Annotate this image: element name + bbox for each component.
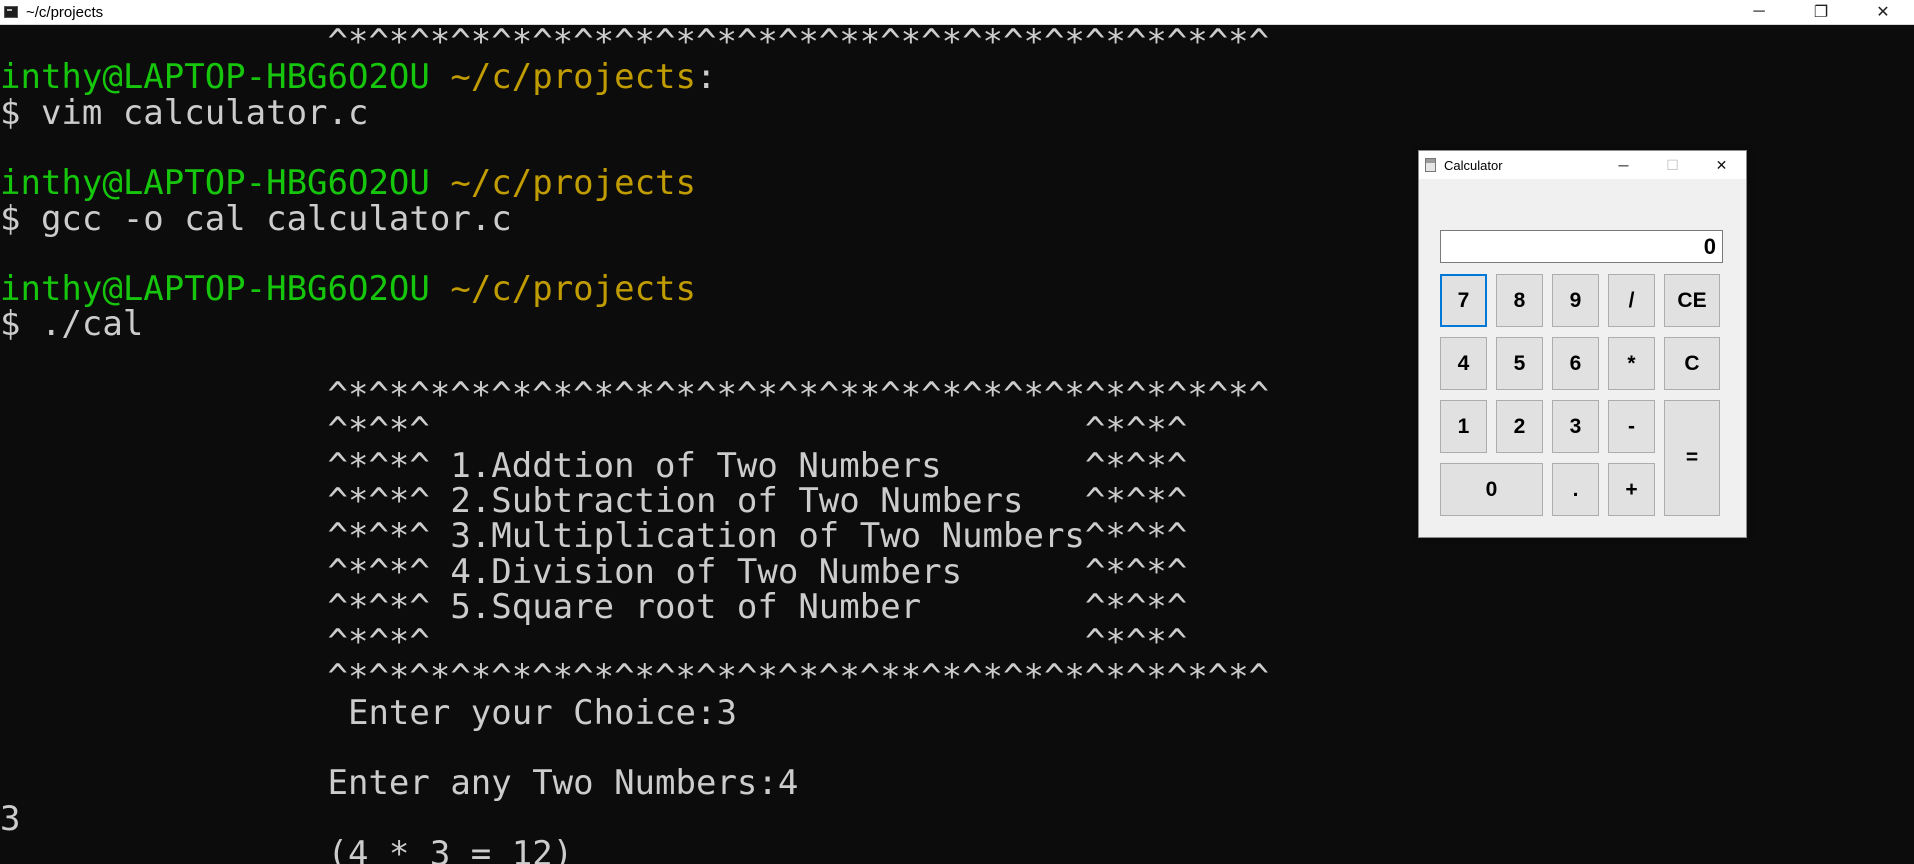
terminal-text-segment: ^*^*^ ^*^*^: [0, 622, 1188, 662]
terminal-text-segment: ~/c/projects: [450, 269, 696, 309]
terminal-window-title: ~/c/projects: [26, 3, 104, 21]
terminal-line: ^*^*^ 1.Addtion of Two Numbers ^*^*^: [0, 446, 1188, 486]
terminal-text-segment: Enter your Choice:3: [0, 693, 737, 733]
terminal-text-segment: ^*^*^ 2.Subtraction of Two Numbers ^*^*^: [0, 481, 1188, 521]
key-8-button[interactable]: 8: [1496, 274, 1543, 327]
terminal-text-segment: $ gcc -o cal calculator.c: [0, 199, 512, 239]
key-7-button[interactable]: 7: [1440, 274, 1487, 327]
terminal-line: ^*^*^ ^*^*^: [0, 410, 1188, 450]
terminal-line: 3: [0, 802, 20, 837]
terminal-line: ^*^*^*^*^*^*^*^*^*^*^*^*^**^*^*^*^*^*^*^…: [0, 25, 1270, 60]
terminal-text-segment: ^*^*^ 5.Square root of Number ^*^*^: [0, 587, 1188, 627]
terminal-text-segment: inthy@LAPTOP-HBG6O2OU: [0, 269, 451, 309]
terminal-line: ^*^*^*^*^*^*^*^*^*^*^*^*^**^*^*^*^*^*^*^…: [0, 375, 1270, 415]
key-6-button[interactable]: 6: [1552, 337, 1599, 390]
terminal-line: ^*^*^ ^*^*^: [0, 622, 1188, 662]
terminal-text-segment: inthy@LAPTOP-HBG6O2OU: [0, 163, 451, 203]
terminal-text-segment: $ vim calculator.c: [0, 93, 369, 133]
close-icon[interactable]: ✕: [1697, 151, 1746, 179]
calculator-display[interactable]: 0: [1440, 230, 1723, 263]
terminal-text-segment: ^*^*^ ^*^*^: [0, 410, 1188, 450]
clear-entry-button[interactable]: CE: [1664, 274, 1720, 327]
terminal-text-segment: ^*^*^ 3.Multiplication of Two Numbers^*^…: [0, 516, 1188, 556]
terminal-text-segment: inthy@LAPTOP-HBG6O2OU: [0, 57, 451, 97]
terminal-line: inthy@LAPTOP-HBG6O2OU ~/c/projects:: [0, 60, 716, 95]
key-3-button[interactable]: 3: [1552, 400, 1599, 453]
minimize-icon[interactable]: ─: [1728, 0, 1790, 24]
terminal-line: $ vim calculator.c: [0, 96, 368, 131]
terminal-line: Enter any Two Numbers:4: [0, 763, 799, 803]
terminal-text-segment: ^*^*^*^*^*^*^*^*^*^*^*^*^**^*^*^*^*^*^*^…: [0, 375, 1270, 415]
key-0-button[interactable]: 0: [1440, 463, 1543, 516]
terminal-line: ^*^*^ 4.Division of Two Numbers ^*^*^: [0, 552, 1188, 592]
terminal-app-icon: [4, 6, 18, 18]
terminal-line: $ ./cal: [0, 307, 143, 342]
terminal-line: $ gcc -o cal calculator.c: [0, 202, 512, 237]
terminal-text-segment: :: [695, 57, 717, 97]
maximize-icon: ☐: [1666, 156, 1679, 173]
terminal-title-bar[interactable]: ~/c/projects ─ ❐ ✕: [0, 0, 1914, 25]
terminal-text-segment: $ ./cal: [0, 304, 144, 344]
close-icon[interactable]: ✕: [1852, 0, 1914, 24]
terminal-text-segment: 3: [0, 799, 21, 839]
calculator-window-title: Calculator: [1444, 157, 1503, 173]
terminal-text-segment: ^*^*^ 4.Division of Two Numbers ^*^*^: [0, 552, 1188, 592]
decimal-button[interactable]: .: [1552, 463, 1599, 516]
key-2-button[interactable]: 2: [1496, 400, 1543, 453]
terminal-text-segment: ~/c/projects: [450, 57, 696, 97]
terminal-text-segment: ~/c/projects: [450, 163, 696, 203]
calculator-window-controls: ─ ☐ ✕: [1599, 151, 1746, 179]
calculator-title-bar[interactable]: Calculator ─ ☐ ✕: [1419, 151, 1746, 179]
terminal-line: Enter your Choice:3: [0, 696, 737, 731]
key-1-button[interactable]: 1: [1440, 400, 1487, 453]
terminal-line: (4 * 3 = 12): [0, 834, 574, 864]
terminal-line: ^*^*^ 5.Square root of Number ^*^*^: [0, 587, 1188, 627]
calculator-app-icon: [1425, 158, 1436, 172]
terminal-line: ^*^*^ 2.Subtraction of Two Numbers ^*^*^: [0, 481, 1188, 521]
key-5-button[interactable]: 5: [1496, 337, 1543, 390]
terminal-text-segment: ^*^*^*^*^*^*^*^*^*^*^*^*^*^**^*^*^*^*^*^…: [0, 657, 1270, 697]
equals-button[interactable]: =: [1664, 400, 1720, 516]
terminal-text-segment: ^*^*^ 1.Addtion of Two Numbers ^*^*^: [0, 446, 1188, 486]
restore-icon[interactable]: ❐: [1790, 0, 1852, 24]
divide-button[interactable]: /: [1608, 274, 1655, 327]
add-button[interactable]: +: [1608, 463, 1655, 516]
key-9-button[interactable]: 9: [1552, 274, 1599, 327]
clear-button[interactable]: C: [1664, 337, 1720, 390]
terminal-text-segment: Enter any Two Numbers:4: [0, 763, 799, 803]
minimize-icon[interactable]: ─: [1599, 151, 1648, 179]
multiply-button[interactable]: *: [1608, 337, 1655, 390]
subtract-button[interactable]: -: [1608, 400, 1655, 453]
key-4-button[interactable]: 4: [1440, 337, 1487, 390]
terminal-line: ^*^*^*^*^*^*^*^*^*^*^*^*^*^**^*^*^*^*^*^…: [0, 657, 1270, 697]
terminal-window-controls: ─ ❐ ✕: [1728, 0, 1914, 24]
terminal-line: ^*^*^ 3.Multiplication of Two Numbers^*^…: [0, 516, 1188, 556]
calculator-window: Calculator ─ ☐ ✕ 0 7 8 9 / CE 4 5 6 * C …: [1418, 150, 1747, 538]
terminal-line: inthy@LAPTOP-HBG6O2OU ~/c/projects: [0, 272, 696, 307]
terminal-line: inthy@LAPTOP-HBG6O2OU ~/c/projects: [0, 166, 696, 201]
terminal-text-segment: (4 * 3 = 12): [0, 834, 574, 864]
